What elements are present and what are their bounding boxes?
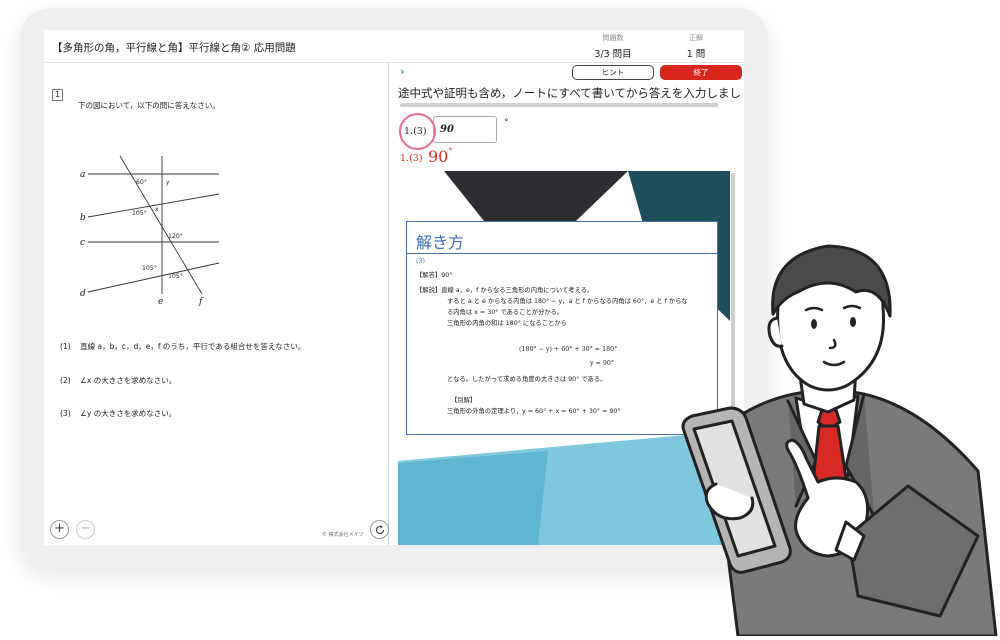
explanation-equation-1: (180° − y) + 60° + 30° = 180°	[519, 346, 618, 353]
angle-label-120: 120°	[168, 232, 183, 240]
zoom-in-button[interactable]: +	[50, 520, 69, 539]
explanation-panel: 解き方 (3) 【解答】90° 【解説】直線 a，e，f からなる三角形の内角に…	[406, 221, 718, 435]
answer-input[interactable]: 90	[433, 116, 497, 143]
businessman-illustration	[681, 244, 998, 636]
end-button[interactable]: 終了	[660, 65, 742, 80]
zoom-out-button[interactable]: −	[76, 520, 95, 539]
explanation-line-4: 三角形の内角の和は 180° になることから	[447, 320, 567, 327]
angle-label-105-left: 105°	[142, 264, 157, 272]
question-2-num: (2)	[60, 376, 71, 385]
question-1: (1) 直線 a，b，c，d，e，f のうち，平行である組合せを答えなさい。	[60, 341, 305, 352]
question-count-label: 問題数	[602, 34, 624, 42]
explanation-alt-line: 三角形の外角の定理より，y = 60° + x = 60° + 30° = 90…	[447, 408, 621, 415]
problem-number: 1	[52, 89, 63, 101]
answer-degree: °	[504, 118, 509, 128]
angle-label-60: 60°	[136, 178, 147, 186]
correct-count: 正解 1 問	[666, 32, 726, 60]
line-label-c: c	[80, 238, 85, 248]
angle-label-105-upper: 105°	[132, 209, 147, 217]
problem-pane[interactable]: 1 下の図において，以下の問に答えなさい。 a b c d e f 60° y …	[44, 63, 389, 545]
angle-label-y: y	[165, 179, 170, 186]
line-label-a: a	[80, 170, 85, 180]
explanation-answer: 【解答】90°	[416, 272, 453, 279]
page-title: 【多角形の角，平行線と角】平行線と角② 応用問題	[52, 42, 296, 54]
answer-label: 1.(3)	[404, 126, 427, 137]
angle-label-x: x	[154, 206, 159, 213]
submitted-answer-value: 90	[428, 147, 449, 166]
correct-count-value: 1 問	[686, 49, 706, 60]
app-screen: 【多角形の角，平行線と角】平行線と角② 応用問題 問題数 3/3 問目 正解 1…	[44, 30, 744, 545]
line-f	[119, 155, 203, 295]
question-3-num: (3)	[60, 409, 71, 418]
explanation-line-1: 【解説】直線 a，e，f からなる三角形の内角について考える。	[416, 287, 594, 294]
geometry-figure: a b c d e f 60° y 105° x 120° 105° 105°	[80, 155, 220, 307]
question-2-text: ∠x の大きさを求めなさい。	[80, 376, 177, 385]
submitted-answer-label: 1.(3)	[400, 153, 423, 164]
question-count-value: 3/3 問目	[594, 49, 632, 60]
line-label-f: f	[198, 297, 204, 307]
question-count: 問題数 3/3 問目	[583, 32, 643, 60]
header-bar: 【多角形の角，平行線と角】平行線と角② 応用問題 問題数 3/3 問目 正解 1…	[44, 30, 744, 63]
submitted-answer-degree: °	[448, 147, 453, 157]
problem-lead: 下の図において，以下の問に答えなさい。	[78, 101, 220, 110]
company-credit: © 株式会社メイツ	[322, 532, 364, 538]
instruction-text: 途中式や証明も含め，ノートにすべて書いてから答えを入力しましょう。	[398, 86, 740, 100]
explanation-line-2: すると a と e からなる内角は 180° − y，a と f からなる内角は…	[447, 298, 688, 305]
chevron-right-icon[interactable]: ›	[400, 65, 405, 78]
explanation-line-3: る内角は x = 30° であることが分かる。	[447, 309, 564, 316]
explanation-alt-heading: 【別解】	[451, 397, 477, 404]
explanation-title: 解き方	[407, 222, 717, 254]
rotate-button[interactable]	[370, 520, 389, 539]
line-label-b: b	[80, 213, 86, 223]
rotate-icon	[375, 525, 384, 535]
question-3-text: ∠y の大きさを求めなさい。	[80, 409, 177, 418]
explanation-part: (3)	[416, 258, 425, 265]
correct-count-label: 正解	[689, 34, 703, 42]
line-b	[87, 193, 220, 218]
explanation-equation-2: y = 90°	[590, 360, 614, 367]
hint-button[interactable]: ヒント	[572, 65, 654, 80]
question-1-num: (1)	[60, 342, 71, 351]
question-1-text: 直線 a，b，c，d，e，f のうち，平行である組合せを答えなさい。	[80, 342, 306, 351]
angle-label-105-right: 105°	[168, 272, 183, 280]
line-label-d: d	[80, 289, 86, 299]
explanation-line-5: となる。したがって求める角度の大きさは 90° である。	[447, 376, 607, 383]
question-2: (2) ∠x の大きさを求めなさい。	[60, 375, 176, 386]
question-3: (3) ∠y の大きさを求めなさい。	[60, 408, 176, 419]
instruction-scrollbar[interactable]	[400, 103, 718, 107]
line-label-e: e	[158, 297, 163, 307]
